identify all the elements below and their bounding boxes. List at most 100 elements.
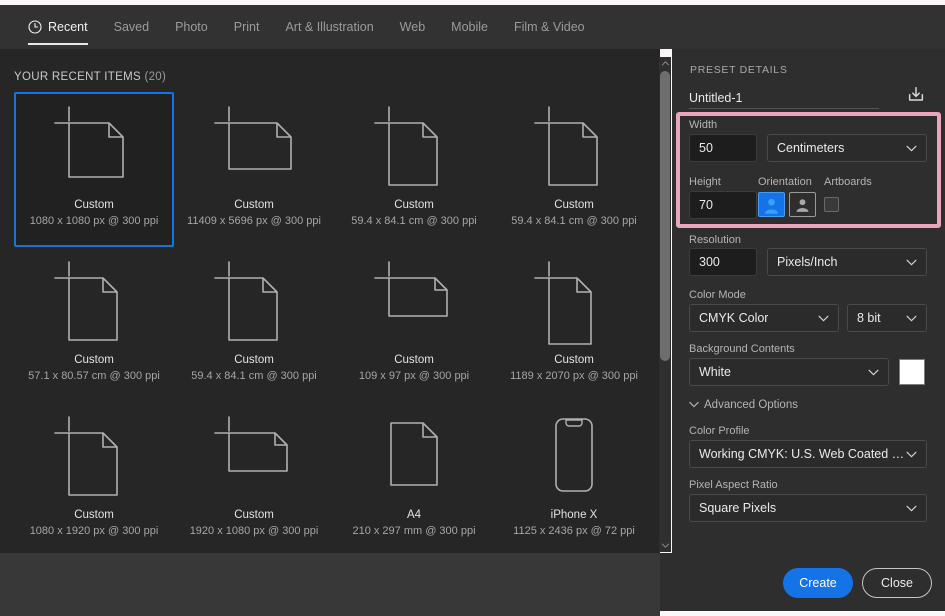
template-card[interactable]: A4 210 x 297 mm @ 300 ppi — [334, 402, 494, 557]
tab-recent[interactable]: Recent — [15, 5, 101, 49]
recent-items-count: (20) — [144, 71, 167, 83]
save-preset-icon[interactable] — [903, 82, 929, 108]
template-card-dimensions: 59.4 x 84.1 cm @ 300 ppi — [511, 215, 637, 227]
clock-icon — [28, 20, 42, 34]
color-profile-value: Working CMYK: U.S. Web Coated (S... — [699, 447, 906, 461]
document-phone-icon — [496, 404, 652, 507]
tab-label: Recent — [48, 20, 88, 34]
recent-items-heading: YOUR RECENT ITEMS (20) — [14, 71, 166, 83]
pixel-aspect-ratio-value: Square Pixels — [699, 501, 777, 515]
resolution-unit-select[interactable]: Pixels/Inch — [767, 248, 927, 276]
template-card[interactable]: Custom 59.4 x 84.1 cm @ 300 ppi — [334, 92, 494, 247]
chevron-down-icon — [906, 259, 917, 266]
orientation-portrait-button[interactable] — [758, 192, 785, 217]
tab-saved[interactable]: Saved — [101, 5, 162, 49]
tab-print[interactable]: Print — [221, 5, 273, 49]
template-card[interactable]: Custom 1920 x 1080 px @ 300 ppi — [174, 402, 334, 557]
tab-label: Photo — [175, 20, 208, 34]
template-card-title: Custom — [234, 354, 274, 366]
color-mode-label: Color Mode — [689, 289, 746, 301]
artboards-label: Artboards — [824, 176, 872, 188]
tab-mobile[interactable]: Mobile — [438, 5, 501, 49]
template-category-tabs: Recent Saved Photo Print Art & Illustrat… — [0, 5, 945, 49]
adobe-stock-search-bar: Go — [0, 553, 660, 616]
document-portrait-icon — [336, 94, 492, 197]
recent-items-pane: YOUR RECENT ITEMS (20) Custom 1080 x 1080… — [0, 49, 660, 561]
width-input[interactable] — [689, 134, 757, 162]
resolution-label: Resolution — [689, 234, 741, 246]
template-card-title: iPhone X — [550, 509, 598, 521]
tab-film-and-video[interactable]: Film & Video — [501, 5, 598, 49]
template-card-title: Custom — [554, 199, 594, 211]
template-card[interactable]: Custom 1080 x 1080 px @ 300 ppi — [14, 92, 174, 247]
template-card-title: Custom — [74, 509, 114, 521]
template-card[interactable]: Custom 11409 x 5696 px @ 300 ppi — [174, 92, 334, 247]
close-button[interactable]: Close — [862, 568, 932, 598]
template-card[interactable]: Custom 1189 x 2070 px @ 300 ppi — [494, 247, 654, 402]
template-card-dimensions: 109 x 97 px @ 300 ppi — [358, 370, 470, 382]
background-contents-select[interactable]: White — [689, 358, 889, 386]
scroll-up-arrow-icon[interactable] — [659, 57, 671, 70]
document-portrait-icon — [16, 404, 172, 507]
template-card-dimensions: 1080 x 1080 px @ 300 ppi — [29, 215, 159, 227]
template-card-title: A4 — [406, 509, 422, 521]
artboards-checkbox[interactable] — [824, 197, 839, 212]
chevron-down-icon — [906, 451, 917, 458]
tab-label: Art & Illustration — [285, 20, 374, 34]
width-unit-select[interactable]: Centimeters — [767, 134, 927, 162]
template-card-dimensions: 59.4 x 84.1 cm @ 300 ppi — [191, 370, 317, 382]
template-card-dimensions: 59.4 x 84.1 cm @ 300 ppi — [351, 215, 477, 227]
template-card-title: Custom — [74, 354, 114, 366]
tab-photo[interactable]: Photo — [162, 5, 221, 49]
color-profile-label: Color Profile — [689, 425, 750, 437]
document-landscape-icon — [176, 404, 332, 507]
template-card[interactable]: Custom 59.4 x 84.1 cm @ 300 ppi — [174, 247, 334, 402]
chevron-down-icon — [906, 315, 917, 322]
height-input[interactable] — [689, 191, 757, 219]
scrollbar-thumb[interactable] — [660, 71, 670, 361]
template-card-title: Custom — [234, 199, 274, 211]
document-square-icon — [16, 94, 172, 197]
template-grid: Custom 1080 x 1080 px @ 300 ppi Custom 1140… — [14, 92, 650, 557]
bit-depth-select[interactable]: 8 bit — [847, 304, 927, 332]
background-color-swatch[interactable] — [899, 359, 925, 385]
color-mode-value: CMYK Color — [699, 311, 769, 325]
template-card-title: Custom — [74, 199, 114, 211]
resolution-input[interactable] — [689, 248, 757, 276]
template-card[interactable]: Custom 1080 x 1920 px @ 300 ppi — [14, 402, 174, 557]
color-profile-select[interactable]: Working CMYK: U.S. Web Coated (S... — [689, 440, 927, 468]
document-portrait-icon — [496, 94, 652, 197]
chevron-down-icon — [906, 145, 917, 152]
template-card[interactable]: iPhone X 1125 x 2436 px @ 72 ppi — [494, 402, 654, 557]
template-card[interactable]: Custom 59.4 x 84.1 cm @ 300 ppi — [494, 92, 654, 247]
template-card[interactable]: Custom 57.1 x 80.57 cm @ 300 ppi — [14, 247, 174, 402]
pixel-aspect-ratio-select[interactable]: Square Pixels — [689, 494, 927, 522]
color-mode-select[interactable]: CMYK Color — [689, 304, 839, 332]
tab-web[interactable]: Web — [387, 5, 438, 49]
orientation-label: Orientation — [758, 176, 812, 188]
background-contents-label: Background Contents — [689, 343, 795, 355]
chevron-down-icon — [818, 315, 829, 322]
advanced-options-toggle[interactable]: Advanced Options — [689, 399, 798, 411]
preset-details-title: PRESET DETAILS — [690, 64, 788, 76]
document-name-input[interactable] — [689, 87, 879, 109]
width-unit-value: Centimeters — [777, 141, 845, 155]
orientation-landscape-button[interactable] — [789, 192, 816, 217]
template-card-dimensions: 57.1 x 80.57 cm @ 300 ppi — [28, 370, 160, 382]
create-button[interactable]: Create — [783, 568, 853, 598]
template-card-dimensions: 11409 x 5696 px @ 300 ppi — [187, 215, 321, 227]
template-card-dimensions: 1189 x 2070 px @ 300 ppi — [510, 370, 638, 382]
chevron-down-icon — [868, 369, 879, 376]
document-tall-icon — [496, 249, 652, 352]
template-card-title: Custom — [394, 199, 434, 211]
tab-label: Film & Video — [513, 20, 585, 34]
advanced-options-label: Advanced Options — [704, 399, 798, 411]
document-landscape-icon — [336, 249, 492, 352]
tab-label: Saved — [113, 20, 150, 34]
new-document-dialog: Recent Saved Photo Print Art & Illustrat… — [0, 0, 945, 616]
scroll-down-arrow-icon[interactable] — [659, 539, 671, 552]
templates-scrollbar[interactable] — [659, 57, 671, 552]
document-portrait-icon — [16, 249, 172, 352]
template-card[interactable]: Custom 109 x 97 px @ 300 ppi — [334, 247, 494, 402]
tab-art-and-illustration[interactable]: Art & Illustration — [272, 5, 386, 49]
